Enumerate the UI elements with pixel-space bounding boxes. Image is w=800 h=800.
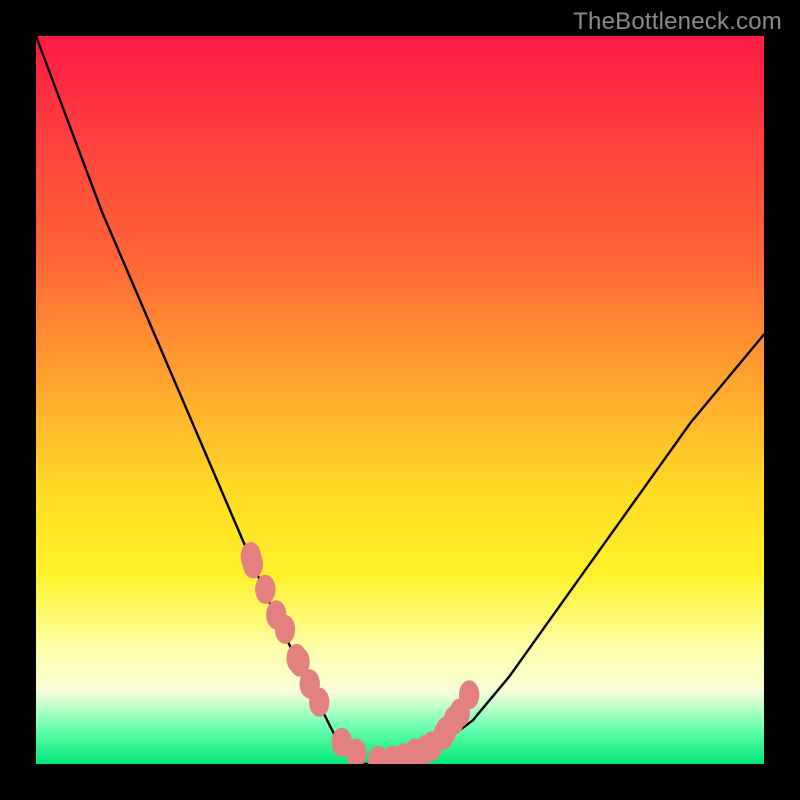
curve-marker <box>255 575 275 604</box>
chart-frame: TheBottleneck.com <box>0 0 800 800</box>
marker-group <box>241 542 480 764</box>
curve-marker <box>243 549 263 578</box>
curve-layer <box>36 36 764 764</box>
curve-marker <box>459 680 479 709</box>
curve-marker <box>275 615 295 644</box>
bottleneck-curve <box>36 36 764 764</box>
plot-area <box>36 36 764 764</box>
curve-marker <box>309 688 329 717</box>
watermark-text: TheBottleneck.com <box>573 8 782 36</box>
